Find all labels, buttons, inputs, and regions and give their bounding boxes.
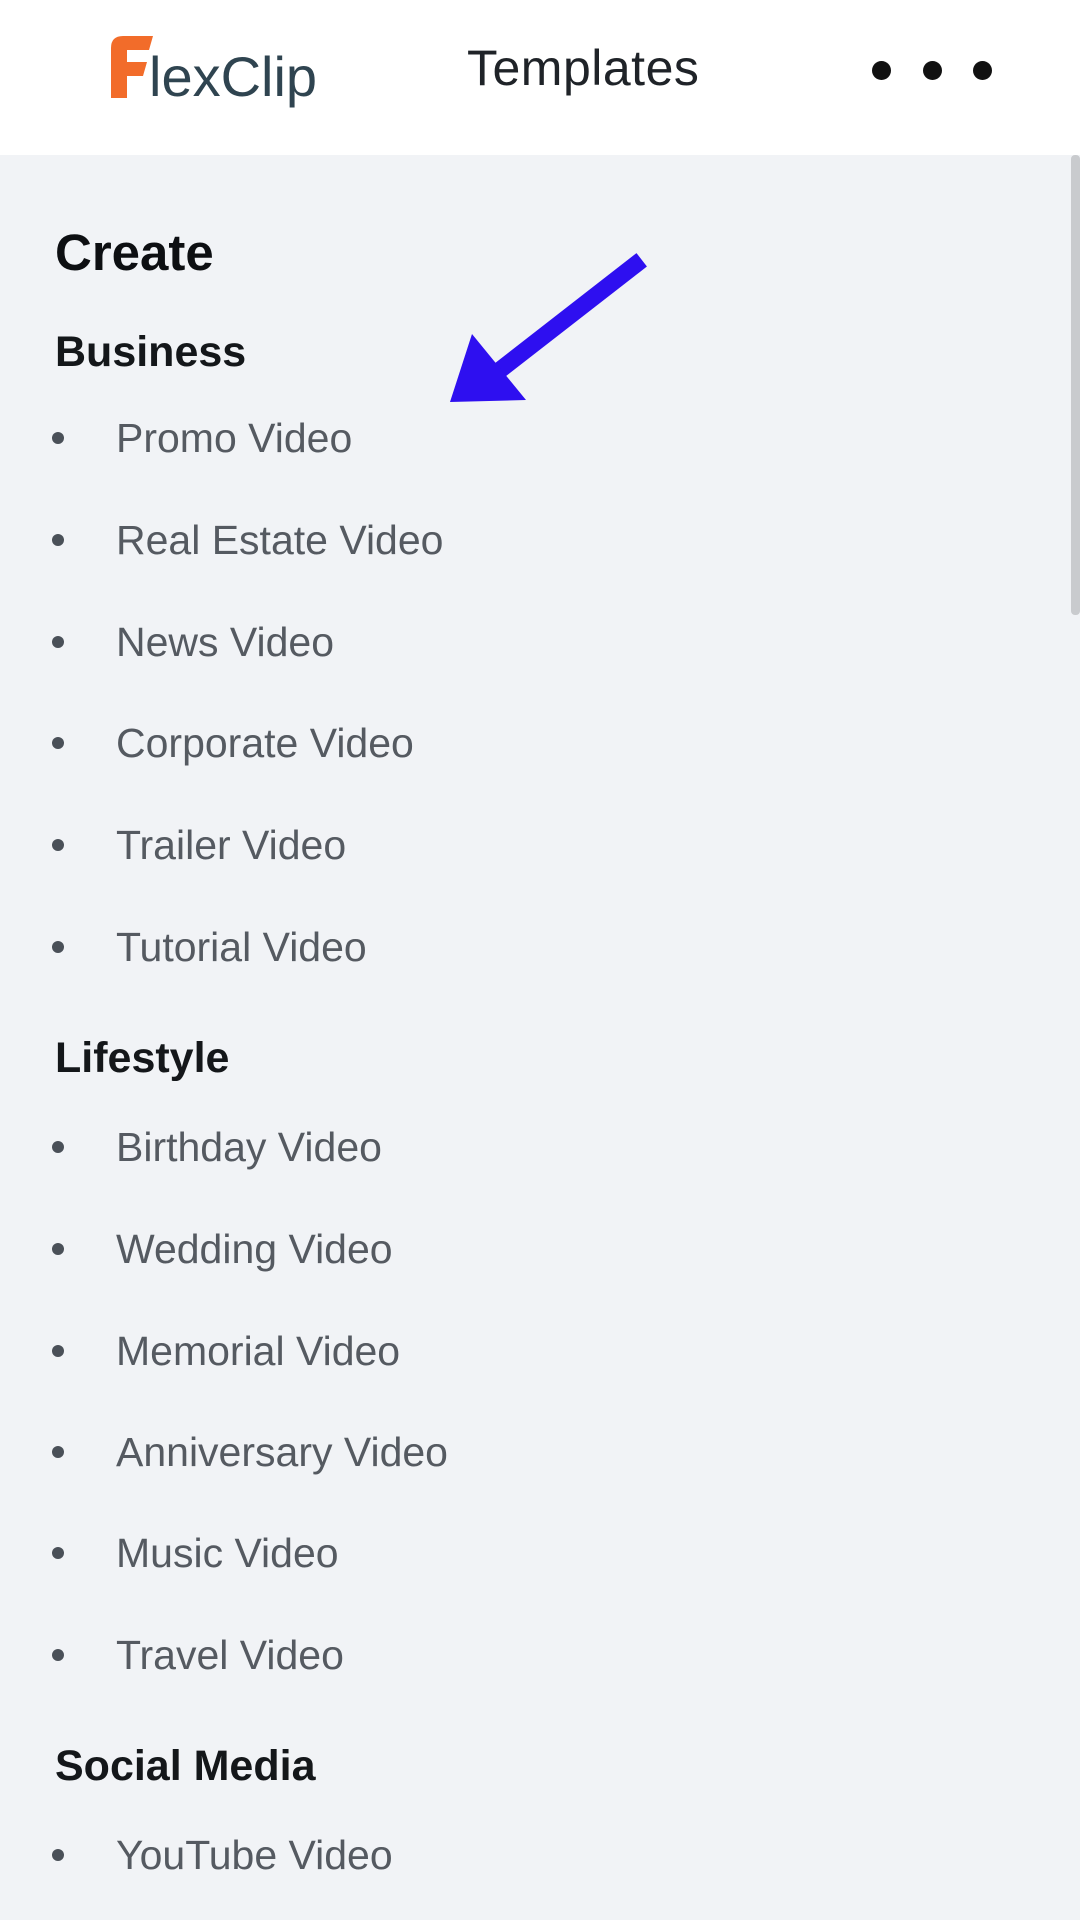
logo-wordmark: lexClip	[149, 45, 317, 108]
item-label: News Video	[116, 619, 335, 665]
item-label: YouTube Video	[116, 1832, 393, 1878]
item-label: Trailer Video	[116, 822, 347, 868]
list-item[interactable]: News Video	[52, 612, 334, 672]
scrollbar-thumb[interactable]	[1071, 155, 1080, 615]
bullet	[52, 432, 64, 444]
list-item[interactable]: Trailer Video	[52, 815, 346, 875]
create-heading: Create	[55, 224, 214, 281]
list-item[interactable]: YouTube Video	[52, 1825, 393, 1885]
logo-letter-f: F	[105, 28, 106, 29]
list-item[interactable]: Travel Video	[52, 1625, 344, 1685]
list-item[interactable]: Wedding Video	[52, 1219, 393, 1279]
bullet	[52, 1141, 64, 1153]
dot	[872, 60, 891, 80]
item-label: Anniversary Video	[116, 1429, 448, 1475]
item-label: Tutorial Video	[116, 924, 367, 970]
bullet	[52, 737, 64, 749]
item-label: Birthday Video	[116, 1124, 382, 1170]
list-item[interactable]: Real Estate Video	[52, 510, 443, 570]
list-item[interactable]: Promo Video	[52, 408, 352, 468]
bullet	[52, 636, 64, 648]
bullet	[52, 941, 64, 953]
item-label: Real Estate Video	[116, 517, 444, 563]
list-item[interactable]: Memorial Video	[52, 1321, 400, 1381]
bullet	[52, 1446, 64, 1458]
item-label: Music Video	[116, 1530, 339, 1576]
item-label: Corporate Video	[116, 720, 414, 766]
page-title: Templates	[467, 40, 700, 96]
flexclip-logo[interactable]: lexClip F	[105, 28, 335, 118]
item-label: Promo Video	[116, 415, 353, 461]
more-horizontal-icon[interactable]	[872, 52, 992, 88]
list-item[interactable]: Corporate Video	[52, 713, 414, 773]
item-label: Travel Video	[116, 1632, 344, 1678]
bullet	[52, 1243, 64, 1255]
bullet	[52, 1849, 64, 1861]
dot	[973, 60, 992, 80]
section-title-social-media: Social Media	[55, 1742, 316, 1790]
list-item[interactable]: Birthday Video	[52, 1117, 382, 1177]
top-navigation-bar: lexClip F Templates	[0, 0, 1080, 155]
bullet	[52, 534, 64, 546]
item-label: Memorial Video	[116, 1328, 401, 1374]
section-title-lifestyle: Lifestyle	[55, 1034, 230, 1082]
list-item[interactable]: Tutorial Video	[52, 917, 367, 977]
bullet	[52, 839, 64, 851]
dot	[922, 60, 942, 80]
list-item[interactable]: Music Video	[52, 1523, 339, 1583]
section-title-business: Business	[55, 328, 247, 376]
bullet	[52, 1649, 64, 1661]
bullet	[52, 1547, 64, 1559]
list-item[interactable]: Anniversary Video	[52, 1422, 448, 1482]
item-label: Wedding Video	[116, 1226, 393, 1272]
bullet	[52, 1345, 64, 1357]
annotation-arrow-icon	[440, 250, 650, 420]
